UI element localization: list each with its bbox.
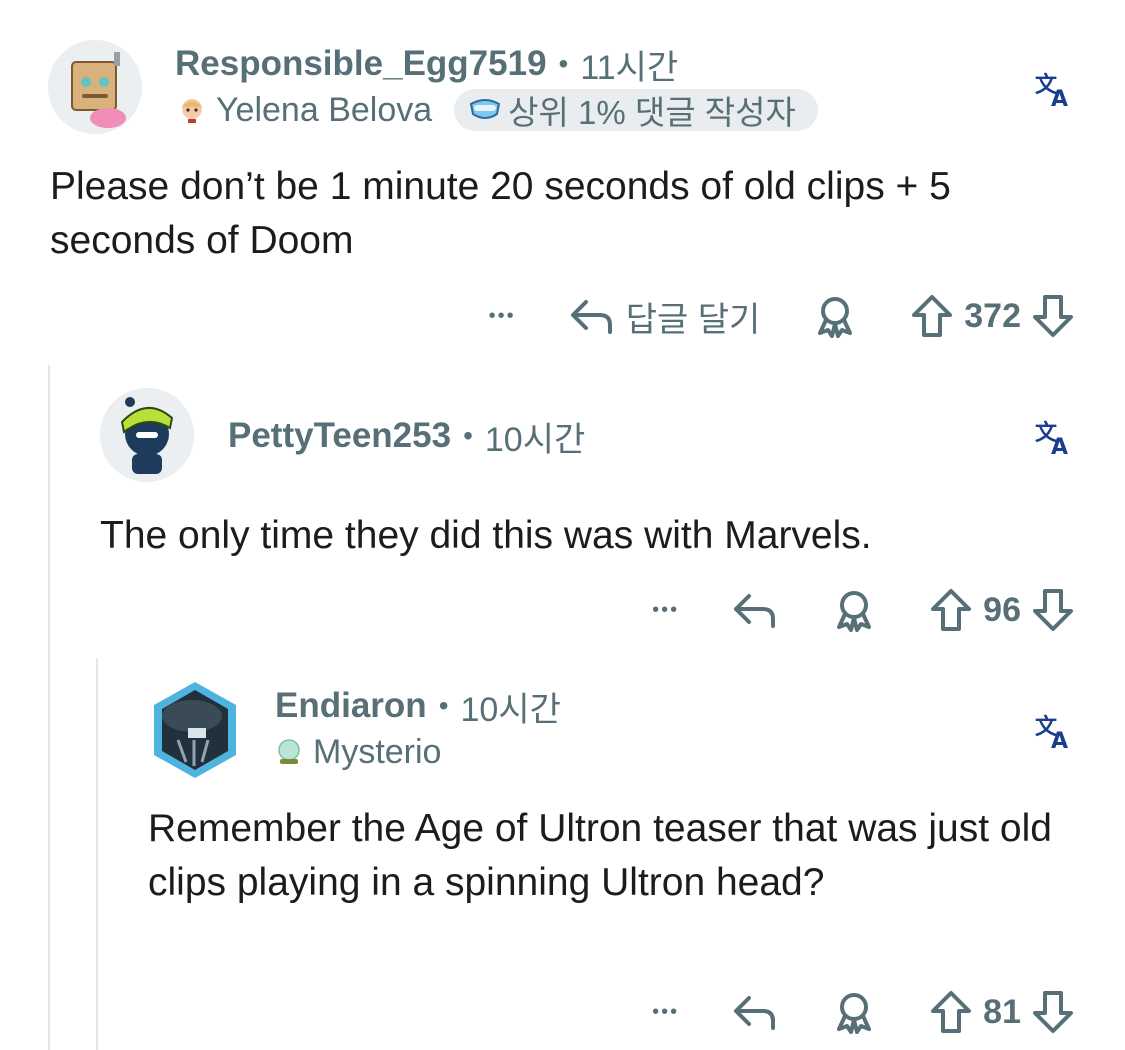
upvote-icon: [931, 991, 972, 1033]
thread-line-level-1[interactable]: [48, 365, 50, 1050]
comment-1-translate-icon[interactable]: 文A: [1034, 70, 1074, 110]
comment-2-translate-icon[interactable]: 文A: [1034, 418, 1074, 458]
more-options-button[interactable]: •••: [652, 1001, 679, 1024]
downvote-button[interactable]: [1031, 989, 1075, 1035]
comment-2-body: The only time they did this was with Mar…: [100, 514, 872, 557]
reply-icon: [570, 300, 612, 334]
upvote-button[interactable]: [929, 989, 973, 1035]
reply-icon: [734, 996, 776, 1030]
top-commenter-badge[interactable]: 상위 1% 댓글 작성자: [454, 89, 818, 131]
svg-text:A: A: [1051, 729, 1068, 752]
upvote-button[interactable]: [929, 587, 973, 633]
award-icon: [837, 993, 872, 1034]
downvote-icon: [1033, 991, 1073, 1033]
comment-2-score: 96: [983, 590, 1021, 629]
downvote-icon: [1033, 589, 1073, 631]
goggles-icon: [468, 96, 502, 124]
award-icon: [818, 297, 853, 338]
svg-text:A: A: [1051, 435, 1068, 458]
comment-1-flair-row: Yelena Belova 상위 1% 댓글 작성자: [178, 88, 818, 132]
more-icon: •••: [652, 598, 680, 621]
comment-3-flair: Mysterio: [313, 732, 442, 771]
more-options-button[interactable]: •••: [652, 599, 679, 622]
downvote-button[interactable]: [1031, 293, 1075, 339]
more-options-button[interactable]: •••: [489, 305, 516, 328]
comment-2-timestamp: 10시간: [484, 420, 586, 459]
comment-3-body: Remember the Age of Ultron teaser that w…: [148, 807, 1052, 904]
comment-3-avatar[interactable]: [148, 680, 242, 780]
reply-label: 답글 달기: [625, 300, 761, 339]
svg-text:A: A: [1051, 87, 1068, 110]
comment-1-body: Please don’t be 1 minute 20 seconds of o…: [50, 165, 951, 262]
comment-2-actions: ••• 96: [652, 585, 1075, 635]
thread-line-level-2[interactable]: [96, 658, 98, 1050]
reply-icon: [734, 594, 776, 628]
comment-1-separator: •: [558, 48, 569, 79]
reply-button[interactable]: 답글 달기: [568, 292, 761, 341]
comment-1-flair: Yelena Belova: [216, 90, 433, 129]
comment-1-timestamp: 11시간: [580, 48, 679, 87]
crystal-ball-icon: [275, 738, 303, 766]
flair-emoji-icon: [178, 96, 206, 124]
comment-1-meta: Responsible_Egg7519 • 11시간: [175, 42, 679, 87]
comment-1-actions: ••• 답글 달기 372: [489, 291, 1075, 341]
comment-2-avatar[interactable]: [100, 388, 194, 482]
downvote-button[interactable]: [1031, 587, 1075, 633]
reply-button[interactable]: [731, 991, 779, 1033]
reply-button[interactable]: [731, 589, 779, 631]
comment-2-meta: PettyTeen253 • 10시간: [228, 414, 586, 459]
comment-3-flair-row: Mysterio: [275, 730, 441, 774]
comment-2-separator: •: [463, 420, 473, 451]
comment-1-username[interactable]: Responsible_Egg7519: [175, 44, 547, 84]
downvote-icon: [1033, 295, 1073, 337]
comment-3-translate-icon[interactable]: 文A: [1034, 712, 1074, 752]
comment-3-meta: Endiaron • 10시간: [275, 684, 561, 729]
top-commenter-badge-label: 상위 1% 댓글 작성자: [508, 94, 796, 131]
comment-3-username[interactable]: Endiaron: [275, 686, 427, 726]
more-icon: •••: [652, 1000, 680, 1023]
more-icon: •••: [488, 304, 516, 327]
award-button[interactable]: [831, 989, 877, 1035]
award-button[interactable]: [831, 587, 877, 633]
upvote-button[interactable]: [910, 293, 954, 339]
comment-1-score: 372: [964, 296, 1021, 335]
award-button[interactable]: [812, 293, 858, 339]
comment-2-username[interactable]: PettyTeen253: [228, 416, 451, 456]
comment-3-separator: •: [438, 690, 449, 721]
comment-3-timestamp: 10시간: [460, 690, 561, 729]
upvote-icon: [931, 589, 972, 631]
upvote-icon: [912, 295, 953, 337]
comment-3-score: 81: [983, 992, 1021, 1031]
award-icon: [837, 591, 872, 632]
comment-1-avatar[interactable]: [48, 40, 142, 134]
comment-3-actions: ••• 81: [652, 987, 1075, 1037]
